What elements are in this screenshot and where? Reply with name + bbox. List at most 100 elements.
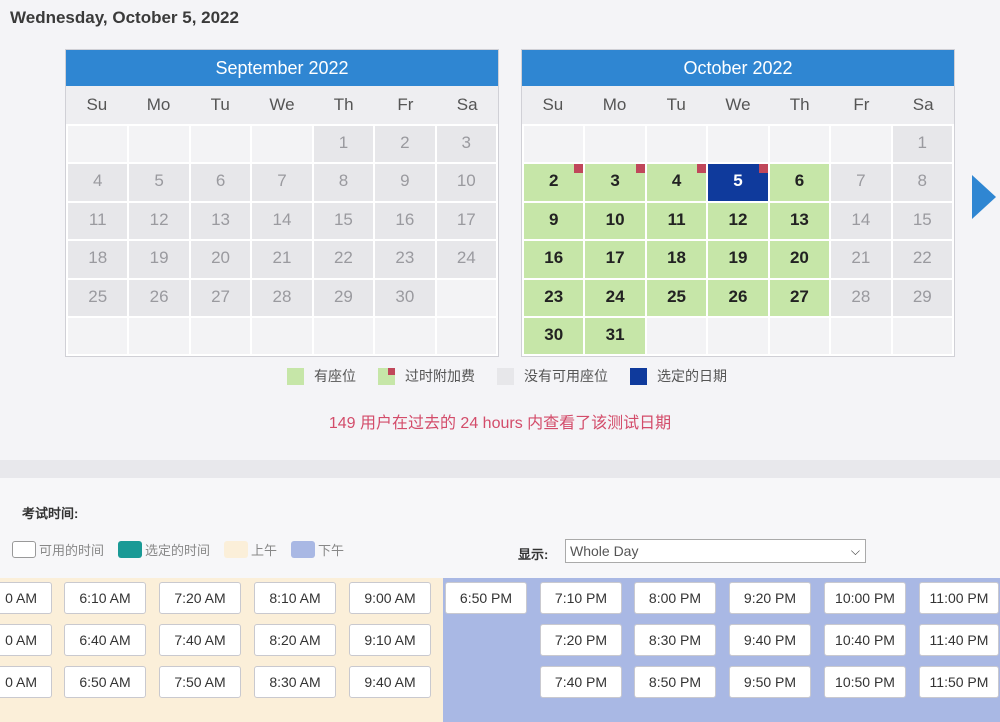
time-slot-am[interactable]: 6:50 AM: [64, 666, 146, 698]
time-slot-pm[interactable]: 10:00 PM: [824, 582, 906, 614]
weekday-label: We: [269, 95, 295, 114]
calendar-day-unavailable: 27: [190, 279, 251, 316]
legend-label: 下午: [318, 543, 345, 558]
time-slot-pm[interactable]: 9:50 PM: [729, 666, 811, 698]
calendar-day-available[interactable]: 16: [524, 241, 584, 278]
time-slot-pm[interactable]: 10:50 PM: [824, 666, 906, 698]
weekday-label: Sa: [456, 95, 478, 114]
time-slot-pm[interactable]: 8:00 PM: [634, 582, 716, 614]
time-slot-pm[interactable]: 6:50 PM: [445, 582, 527, 614]
pm-swatch: [291, 541, 316, 558]
time-slot-am[interactable]: 7:20 AM: [159, 582, 241, 614]
time-slot-pm[interactable]: 9:20 PM: [729, 582, 811, 614]
calendar-empty-cell: [190, 317, 251, 355]
time-slot-am[interactable]: 6:40 AM: [64, 624, 146, 656]
weekday-label: Sa: [912, 95, 934, 114]
calendar-day-available[interactable]: 25: [646, 279, 707, 316]
calendar-october: October 2022 Su Mo Tu We Th Fr Sa 123456…: [521, 49, 955, 358]
next-month-arrow-icon[interactable]: [972, 175, 996, 219]
calendar-day-unavailable: 2: [375, 126, 435, 163]
calendar-day-unavailable: 19: [129, 241, 189, 278]
calendar-day-available[interactable]: 19: [708, 241, 768, 278]
time-slot-am[interactable]: 0 AM: [0, 582, 52, 614]
late-fee-marker: [697, 164, 707, 174]
calendar-day-unavailable: 6: [190, 164, 251, 201]
calendar-day-available[interactable]: 30: [524, 317, 584, 355]
time-slot-pm[interactable]: 11:00 PM: [919, 582, 999, 614]
calendar-day-unavailable: 28: [252, 279, 312, 316]
legend-label: 有座位: [314, 368, 356, 384]
time-slot-am[interactable]: 7:50 AM: [159, 666, 241, 698]
calendar-month-title: September 2022: [66, 50, 498, 86]
calendar-day-available[interactable]: 2: [524, 164, 584, 201]
time-slot-pm[interactable]: 7:40 PM: [540, 666, 622, 698]
calendar-day-unavailable: 14: [831, 202, 891, 240]
calendar-day-unavailable: 29: [892, 279, 952, 316]
no-seats-swatch: [497, 367, 514, 385]
calendar-day-available[interactable]: 13: [769, 202, 830, 240]
legend-label: 没有可用座位: [524, 368, 608, 384]
calendar-day-available[interactable]: 20: [769, 241, 830, 278]
calendar-empty-cell: [831, 317, 891, 355]
calendar-day-unavailable: 28: [831, 279, 891, 316]
calendar-day-available[interactable]: 10: [585, 202, 645, 240]
time-slot-am[interactable]: 8:30 AM: [254, 666, 336, 698]
calendar-empty-cell: [646, 317, 707, 355]
calendar-day-available[interactable]: 11: [646, 202, 707, 240]
time-slot-pm[interactable]: 7:10 PM: [540, 582, 622, 614]
time-slot-am[interactable]: 9:40 AM: [349, 666, 431, 698]
calendar-day-unavailable: 5: [129, 164, 189, 201]
time-slot-pm[interactable]: 7:20 PM: [540, 624, 622, 656]
calendar-day-available[interactable]: 6: [769, 164, 830, 201]
time-slot-am[interactable]: 6:10 AM: [64, 582, 146, 614]
calendar-legend: 有座位 过时附加费 没有可用座位 选定的日期: [287, 366, 749, 386]
time-slot-am[interactable]: 8:20 AM: [254, 624, 336, 656]
calendar-empty-cell: [129, 317, 189, 355]
time-slot-am[interactable]: 8:10 AM: [254, 582, 336, 614]
calendar-empty-cell: [769, 126, 830, 163]
time-slot-am[interactable]: 9:10 AM: [349, 624, 431, 656]
calendar-day-available[interactable]: 26: [708, 279, 768, 316]
time-slot-pm[interactable]: 11:50 PM: [919, 666, 999, 698]
calendar-grid: 1 2 3 4 5 6 7 8 9 10 11 12 13 14 15 16 17 18 19 20 21 22 23 24 2…: [66, 124, 498, 357]
time-slot-pm[interactable]: 8:30 PM: [634, 624, 716, 656]
calendar-day-available[interactable]: 24: [585, 279, 645, 316]
calendar-day-available[interactable]: 31: [585, 317, 645, 355]
calendar-day-available[interactable]: 23: [524, 279, 584, 316]
legend-pm: 下午: [291, 540, 344, 559]
calendar-day-unavailable: 17: [436, 202, 496, 240]
weekday-label: Tu: [210, 95, 230, 114]
calendar-empty-cell: [892, 317, 952, 355]
late-fee-swatch: [378, 367, 395, 385]
calendar-day-available[interactable]: 17: [585, 241, 645, 278]
calendar-day-selected[interactable]: 5: [708, 164, 768, 201]
time-slot-am[interactable]: 0 AM: [0, 624, 52, 656]
calendar-day-unavailable: 29: [313, 279, 374, 316]
calendar-day-unavailable: 10: [436, 164, 496, 201]
calendar-empty-cell: [646, 126, 707, 163]
calendar-day-available[interactable]: 18: [646, 241, 707, 278]
calendar-day-unavailable: 21: [252, 241, 312, 278]
time-slot-am[interactable]: 0 AM: [0, 666, 52, 698]
time-slot-pm[interactable]: 9:40 PM: [729, 624, 811, 656]
calendar-empty-cell: [375, 317, 435, 355]
time-slot-am[interactable]: 7:40 AM: [159, 624, 241, 656]
calendar-empty-cell: [313, 317, 374, 355]
time-slot-am[interactable]: 9:00 AM: [349, 582, 431, 614]
calendar-empty-cell: [769, 317, 830, 355]
calendar-day-available[interactable]: 12: [708, 202, 768, 240]
show-select-value: Whole Day: [570, 543, 639, 559]
calendar-empty-cell: [708, 126, 768, 163]
calendar-day-available[interactable]: 27: [769, 279, 830, 316]
time-slot-pm[interactable]: 10:40 PM: [824, 624, 906, 656]
show-period-select[interactable]: Whole Day ⌵: [565, 539, 866, 563]
calendar-day-available[interactable]: 3: [585, 164, 645, 201]
time-slot-pm[interactable]: 8:50 PM: [634, 666, 716, 698]
calendar-day-available[interactable]: 4: [646, 164, 707, 201]
calendar-day-unavailable: 14: [252, 202, 312, 240]
show-label: 显示:: [518, 547, 549, 562]
time-slot-pm[interactable]: 11:40 PM: [919, 624, 999, 656]
weekday-label: Fr: [853, 95, 870, 114]
calendar-day-available[interactable]: 9: [524, 202, 584, 240]
calendar-empty-cell: [252, 317, 312, 355]
